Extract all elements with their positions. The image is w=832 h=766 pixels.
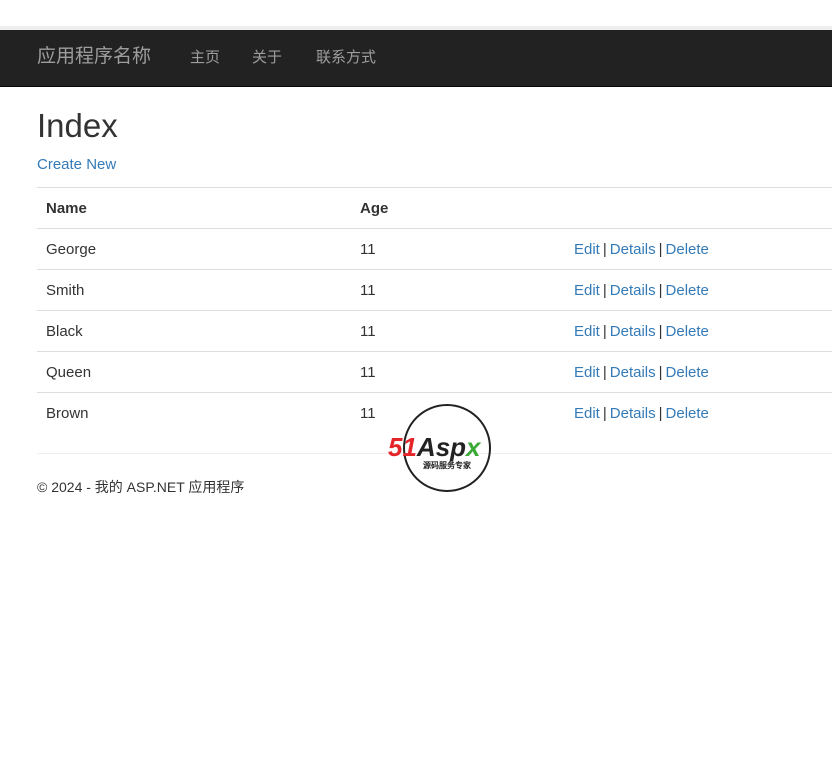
cell-actions: Edit | Details | Delete [565,269,832,311]
details-link[interactable]: Details [610,282,656,299]
cell-name: Queen [37,351,351,393]
cell-age: 11 [351,310,565,352]
people-table: Name Age George 11 Edit | Details | Delete S… [37,187,832,433]
cell-age: 11 [351,228,565,270]
edit-link[interactable]: Edit [574,405,600,422]
separator: | [602,363,607,381]
separator: | [658,404,663,422]
cell-name: Smith [37,269,351,311]
nav-contact-link[interactable]: 联系方式 [316,49,376,67]
create-new-link[interactable]: Create New [37,156,116,174]
cell-actions: Edit | Details | Delete [565,310,832,352]
separator: | [658,363,663,381]
page-title: Index [37,107,118,144]
brand-link[interactable]: 应用程序名称 [37,45,151,69]
cell-name: Brown [37,392,351,433]
svg-text:51Aspx: 51Aspx [388,432,482,462]
table-row: Smith 11 Edit | Details | Delete [37,269,832,311]
column-header-actions [565,187,832,229]
table-row: George 11 Edit | Details | Delete [37,228,832,270]
table-header-row: Name Age [37,187,832,229]
separator: | [658,240,663,258]
details-link[interactable]: Details [610,364,656,381]
separator: | [602,404,607,422]
separator: | [602,240,607,258]
delete-link[interactable]: Delete [666,282,709,299]
watermark-logo: 51Aspx 源码服务专家 [388,404,491,492]
table-row: Queen 11 Edit | Details | Delete [37,351,832,393]
cell-name: Black [37,310,351,352]
delete-link[interactable]: Delete [666,241,709,258]
top-strip [0,0,832,30]
details-link[interactable]: Details [610,323,656,340]
navbar: 应用程序名称 主页 关于 联系方式 [0,30,832,87]
nav-about-link[interactable]: 关于 [252,49,282,67]
separator: | [658,322,663,340]
delete-link[interactable]: Delete [666,323,709,340]
cell-actions: Edit | Details | Delete [565,351,832,393]
edit-link[interactable]: Edit [574,282,600,299]
edit-link[interactable]: Edit [574,241,600,258]
footer-copyright: © 2024 - 我的 ASP.NET 应用程序 [37,479,245,495]
table-row: Black 11 Edit | Details | Delete [37,310,832,352]
cell-actions: Edit | Details | Delete [565,228,832,270]
cell-actions: Edit | Details | Delete [565,392,832,433]
cell-age: 11 [351,269,565,311]
column-header-name: Name [37,187,351,229]
details-link[interactable]: Details [610,241,656,258]
nav-home-link[interactable]: 主页 [190,49,220,67]
delete-link[interactable]: Delete [666,364,709,381]
delete-link[interactable]: Delete [666,405,709,422]
edit-link[interactable]: Edit [574,323,600,340]
edit-link[interactable]: Edit [574,364,600,381]
cell-age: 11 [351,351,565,393]
separator: | [602,281,607,299]
cell-name: George [37,228,351,270]
separator: | [602,322,607,340]
details-link[interactable]: Details [610,405,656,422]
watermark-tagline: 源码服务专家 [423,460,472,470]
column-header-age: Age [351,187,565,229]
separator: | [658,281,663,299]
